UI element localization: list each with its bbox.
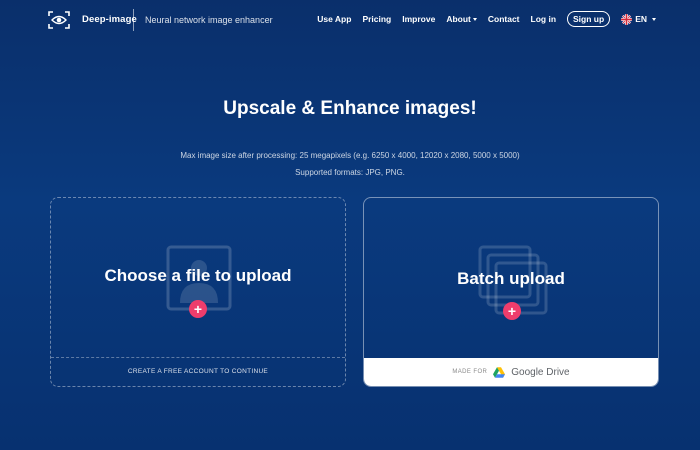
nav-login[interactable]: Log in [531,14,557,24]
top-navbar: Deep-image Neural network image enhancer… [0,0,700,42]
logo-text[interactable]: Deep-image [82,14,137,25]
google-drive-label: Google Drive [511,366,570,378]
eye-logo-icon[interactable] [48,11,70,29]
upload-card-title: Choose a file to upload [104,266,292,285]
made-for-label: MADE FOR [452,369,488,375]
nav-links: Use App Pricing Improve About Contact Lo… [317,11,656,27]
nav-pricing[interactable]: Pricing [362,14,391,24]
logo-divider [133,9,134,31]
page-title: Upscale & Enhance images! [223,98,477,119]
batch-card-title: Batch upload [457,269,565,288]
google-drive-button[interactable]: MADE FOR Google Drive [364,358,658,386]
max-size-info: Max image size after processing: 25 mega… [180,151,520,160]
formats-info: Supported formats: JPG, PNG. [295,168,405,177]
nav-about-label: About [446,14,471,24]
plus-icon[interactable]: + [189,300,207,318]
nav-improve[interactable]: Improve [402,14,435,24]
signup-button[interactable]: Sign up [567,11,611,27]
uk-flag-icon [621,13,633,25]
google-drive-icon [493,366,506,378]
nav-about[interactable]: About [446,14,477,24]
chevron-down-icon [652,17,656,21]
language-label: EN [635,14,647,24]
nav-use-app[interactable]: Use App [317,14,351,24]
create-account-link[interactable]: CREATE A FREE ACCOUNT TO CONTINUE [51,357,345,386]
nav-contact[interactable]: Contact [488,14,520,24]
upload-dropzone[interactable]: Choose a file to upload + CREATE A FREE … [50,197,346,387]
tagline: Neural network image enhancer [145,15,273,25]
batch-upload-card[interactable]: Batch upload + MADE FOR Google Drive [363,197,659,387]
language-selector[interactable]: EN [621,13,656,25]
chevron-down-icon [472,18,477,22]
plus-icon[interactable]: + [503,302,521,320]
